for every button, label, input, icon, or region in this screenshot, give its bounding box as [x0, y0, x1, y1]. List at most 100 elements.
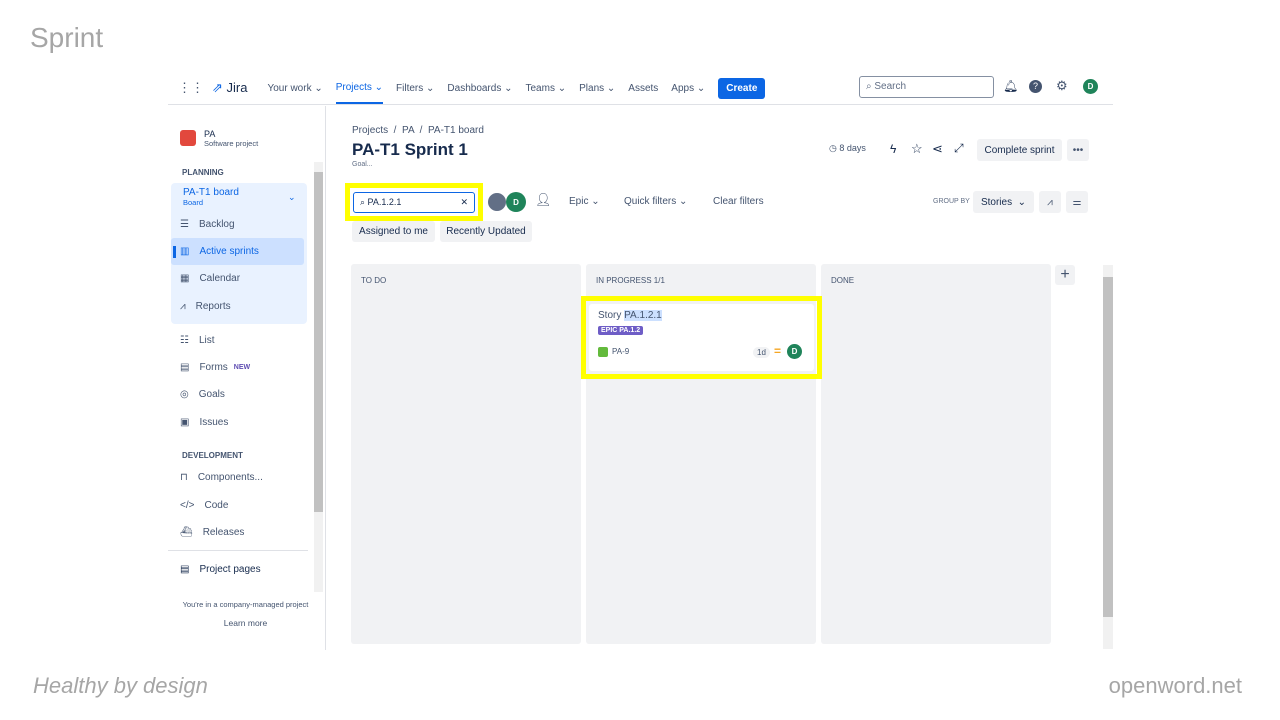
- sidebar-item-active-sprints[interactable]: ▥ Active sprints: [180, 246, 259, 257]
- issue-card[interactable]: Story PA.1.2.1 EPIC PA.1.2 PA-9 1d = D: [589, 304, 814, 371]
- clock-icon: ◷: [829, 143, 837, 153]
- reports-icon: ⩘: [180, 301, 186, 312]
- epic-badge[interactable]: EPIC PA.1.2: [598, 326, 644, 335]
- clear-search-icon[interactable]: ✕: [460, 197, 468, 208]
- active-indicator: [173, 246, 176, 258]
- star-icon[interactable]: ☆: [911, 141, 923, 157]
- releases-icon: ⛴: [180, 527, 193, 538]
- assignee-avatar-filter[interactable]: D: [506, 192, 526, 212]
- backlog-icon: ☰: [180, 219, 189, 230]
- project-icon: [180, 130, 196, 146]
- clear-filters-button[interactable]: Clear filters: [713, 196, 764, 207]
- nav-teams[interactable]: Teams ⌄: [525, 83, 566, 94]
- footer-tagline: Healthy by design: [33, 673, 208, 698]
- sidebar-item-issues[interactable]: ▣ Issues: [180, 417, 228, 428]
- chevron-down-icon[interactable]: ⌄: [288, 192, 296, 203]
- sidebar-item-list[interactable]: ☷ List: [180, 335, 215, 346]
- automation-icon[interactable]: ϟ: [890, 142, 896, 156]
- column-header: IN PROGRESS 1/1: [596, 276, 665, 285]
- code-icon: </>: [180, 500, 195, 511]
- nav-plans[interactable]: Plans ⌄: [579, 83, 615, 94]
- create-button[interactable]: Create: [718, 77, 766, 99]
- complete-sprint-button[interactable]: Complete sprint: [977, 139, 1062, 161]
- sidebar-item-components[interactable]: ⊓ Components...: [180, 472, 263, 483]
- board-scrollbar[interactable]: [1103, 265, 1113, 649]
- development-heading: DEVELOPMENT: [182, 451, 243, 460]
- column-done: DONE: [821, 264, 1051, 644]
- breadcrumb-projects[interactable]: Projects: [352, 125, 388, 136]
- company-managed-note: You're in a company-managed project: [182, 600, 309, 609]
- add-people-icon[interactable]: 👤︎: [535, 192, 552, 208]
- planning-heading: PLANNING: [182, 168, 224, 177]
- column-header: TO DO: [361, 276, 387, 285]
- help-icon[interactable]: ?: [1029, 80, 1042, 93]
- issue-key[interactable]: PA-9: [612, 347, 629, 356]
- insights-icon[interactable]: ⩘: [1039, 191, 1061, 213]
- project-type: Software project: [204, 139, 259, 148]
- main-content: Projects / PA / PA-T1 board PA-T1 Sprint…: [327, 106, 1113, 650]
- column-todo: TO DO: [351, 264, 581, 644]
- sidebar-scrollbar[interactable]: [314, 162, 323, 592]
- learn-more-link[interactable]: Learn more: [168, 618, 323, 628]
- time-remaining: ◷ 8 days: [829, 143, 866, 153]
- board-columns-icon: ▥: [180, 246, 190, 257]
- sidebar-item-releases[interactable]: ⛴ Releases: [180, 527, 244, 538]
- settings-icon[interactable]: ⚙: [1056, 78, 1068, 94]
- project-name[interactable]: PA: [204, 129, 215, 139]
- share-icon[interactable]: ⋖: [932, 141, 943, 157]
- breadcrumb: Projects / PA / PA-T1 board: [352, 125, 484, 136]
- notifications-icon[interactable]: 🔔︎: [1003, 79, 1018, 93]
- new-badge: NEW: [233, 364, 251, 371]
- expand-icon[interactable]: ⤢: [954, 141, 964, 156]
- pages-icon: ▤: [180, 564, 190, 575]
- breadcrumb-pa[interactable]: PA: [402, 125, 414, 136]
- group-by-label: GROUP BY: [933, 198, 970, 205]
- components-icon: ⊓: [180, 472, 188, 483]
- sidebar-item-project-pages[interactable]: ▤ Project pages: [180, 564, 261, 575]
- view-settings-icon[interactable]: ⚌: [1066, 191, 1088, 213]
- estimate-badge: 1d: [753, 347, 770, 358]
- board-selector[interactable]: PA-T1 board Board: [183, 187, 239, 207]
- sidebar-item-reports[interactable]: ⩘ Reports: [180, 301, 231, 312]
- sidebar-item-backlog[interactable]: ☰ Backlog: [180, 219, 235, 230]
- goals-icon: ◎: [180, 389, 189, 400]
- list-icon: ☷: [180, 335, 189, 346]
- sidebar: PA Software project PLANNING PA-T1 board…: [168, 106, 326, 650]
- footer-site: openword.net: [1108, 673, 1242, 698]
- sidebar-item-forms[interactable]: ▤ Forms NEW: [180, 362, 250, 373]
- add-column-icon[interactable]: +: [1055, 265, 1075, 285]
- story-icon: [598, 347, 608, 357]
- nav-filters[interactable]: Filters ⌄: [396, 83, 434, 94]
- sidebar-item-goals[interactable]: ◎ Goals: [180, 389, 225, 400]
- breadcrumb-board[interactable]: PA-T1 board: [428, 125, 484, 136]
- nav-dashboards[interactable]: Dashboards ⌄: [447, 83, 512, 94]
- nav-apps[interactable]: Apps ⌄: [671, 83, 705, 94]
- board-search-input[interactable]: ⌕ PA.1.2.1 ✕: [353, 192, 475, 213]
- chip-recently-updated[interactable]: Recently Updated: [440, 221, 532, 242]
- more-icon[interactable]: •••: [1067, 139, 1089, 161]
- slide-title: Sprint: [30, 22, 104, 53]
- unassigned-avatar[interactable]: [486, 191, 508, 213]
- epic-filter[interactable]: Epic ⌄: [569, 196, 600, 207]
- group-by-select[interactable]: Stories ⌄: [973, 191, 1034, 213]
- sidebar-item-code[interactable]: </> Code: [180, 500, 228, 511]
- card-assignee-avatar[interactable]: D: [787, 344, 802, 359]
- issues-icon: ▣: [180, 417, 190, 428]
- column-header: DONE: [831, 276, 855, 285]
- sprint-goal[interactable]: Goal...: [352, 161, 373, 168]
- search-input[interactable]: ⌕ Search: [859, 76, 994, 98]
- user-avatar[interactable]: D: [1083, 79, 1098, 94]
- quick-filters-dropdown[interactable]: Quick filters ⌄: [624, 196, 687, 207]
- chip-assigned-to-me[interactable]: Assigned to me: [352, 221, 435, 242]
- forms-icon: ▤: [180, 362, 190, 373]
- nav-your-work[interactable]: Your work ⌄: [267, 83, 322, 94]
- card-title: Story PA.1.2.1: [598, 310, 662, 321]
- jira-logo[interactable]: ⇗ Jira: [212, 80, 247, 96]
- nav-assets[interactable]: Assets: [628, 83, 658, 94]
- page-title: PA-T1 Sprint 1: [352, 140, 468, 159]
- nav-projects[interactable]: Projects ⌄: [335, 73, 384, 104]
- calendar-icon: ▦: [180, 273, 190, 284]
- priority-medium-icon: =: [774, 344, 782, 358]
- app-switcher-icon[interactable]: ⋮⋮: [178, 80, 204, 96]
- sidebar-item-calendar[interactable]: ▦ Calendar: [180, 273, 240, 284]
